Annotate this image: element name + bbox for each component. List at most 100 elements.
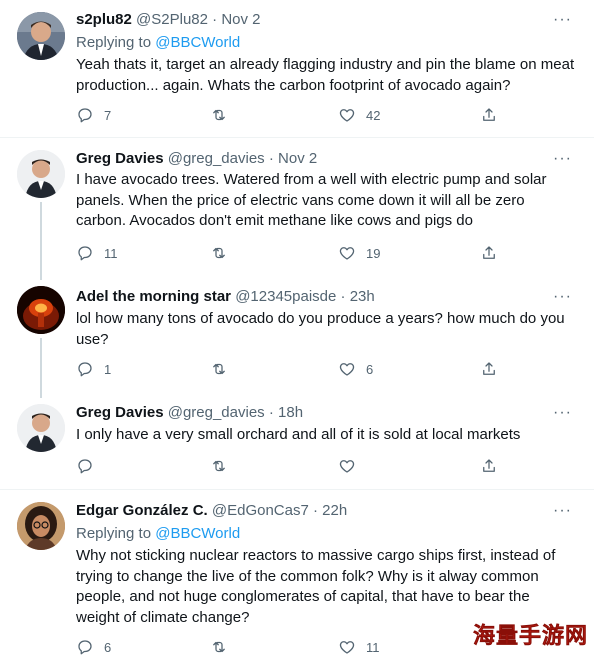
- author-handle[interactable]: @S2Plu82: [136, 11, 208, 28]
- like-button[interactable]: 42: [338, 106, 380, 124]
- more-options-icon[interactable]: ···: [553, 503, 572, 519]
- share-button[interactable]: [480, 360, 498, 378]
- tweet-header: Greg Davies @greg_davies · 18h: [76, 404, 303, 422]
- man-portrait-avatar-icon: [17, 150, 65, 198]
- reply-icon: [78, 459, 92, 474]
- retweet-icon: [213, 460, 225, 472]
- share-button[interactable]: [480, 106, 498, 124]
- retweet-button[interactable]: [210, 457, 238, 475]
- tweet-3[interactable]: Adel the morning star @12345paisde · 23h…: [0, 280, 594, 398]
- replying-to-label: Replying to: [76, 34, 156, 51]
- mention-link[interactable]: @BBCWorld: [155, 525, 240, 542]
- tweet-text: Yeah thats it, target an already flaggin…: [76, 56, 575, 94]
- tweet-header: Greg Davies @greg_davies · Nov 2: [76, 150, 317, 168]
- heart-icon: [339, 460, 355, 473]
- replying-to-label: Replying to: [76, 525, 156, 542]
- author-name[interactable]: Adel the morning star: [76, 288, 231, 305]
- tweet-text: Why not sticking nuclear reactors to mas…: [76, 547, 556, 626]
- reply-count: 1: [104, 361, 112, 377]
- avatar[interactable]: [17, 286, 65, 334]
- tweet-time[interactable]: Nov 2: [278, 150, 317, 167]
- more-options-icon[interactable]: ···: [553, 405, 572, 421]
- tweet-time[interactable]: 22h: [322, 502, 347, 519]
- share-icon: [483, 362, 495, 375]
- man-portrait-avatar-icon: [17, 404, 65, 452]
- avatar[interactable]: [17, 404, 65, 452]
- retweet-icon: [213, 247, 225, 259]
- more-options-icon[interactable]: ···: [553, 289, 572, 305]
- author-handle[interactable]: @12345paisde: [235, 288, 336, 305]
- tweet-header: Adel the morning star @12345paisde · 23h: [76, 288, 375, 306]
- retweet-icon: [213, 363, 225, 375]
- tweet-time[interactable]: 23h: [350, 288, 375, 305]
- mention-link[interactable]: @BBCWorld: [155, 34, 240, 51]
- tweet-actions: 6 11: [76, 638, 506, 656]
- retweet-button[interactable]: [210, 244, 238, 262]
- reply-count: 11: [104, 245, 118, 261]
- like-count: 6: [366, 361, 374, 377]
- author-name[interactable]: Edgar González C.: [76, 502, 208, 519]
- author-name[interactable]: Greg Davies: [76, 150, 164, 167]
- separator-dot: ·: [340, 288, 346, 305]
- reply-button[interactable]: 7: [76, 106, 111, 124]
- author-name[interactable]: Greg Davies: [76, 404, 164, 421]
- more-options-icon[interactable]: ···: [553, 151, 572, 167]
- reply-icon: [78, 362, 92, 377]
- replying-to: Replying to @BBCWorld: [76, 33, 240, 53]
- author-name[interactable]: s2plu82: [76, 11, 132, 28]
- tweet-1[interactable]: s2plu82 @S2Plu82 · Nov 2 ··· Replying to…: [0, 0, 594, 137]
- reply-button[interactable]: 6: [76, 638, 111, 656]
- site-watermark: 海量手游网: [472, 624, 588, 650]
- tweet-text: I have avocado trees. Watered from a wel…: [76, 171, 547, 229]
- avatar[interactable]: [17, 502, 65, 550]
- tweet-text: lol how many tons of avocado do you prod…: [76, 310, 565, 348]
- tweet-text: I only have a very small orchard and all…: [76, 426, 521, 443]
- tweet-time[interactable]: Nov 2: [221, 11, 260, 28]
- heart-icon: [339, 109, 355, 122]
- woman-glasses-avatar-icon: [17, 502, 65, 550]
- tweet-time[interactable]: 18h: [278, 404, 303, 421]
- reply-count: 6: [104, 639, 112, 655]
- like-count: 19: [366, 245, 381, 261]
- avatar[interactable]: [17, 12, 65, 60]
- tweet-2[interactable]: Greg Davies @greg_davies · Nov 2 ··· I h…: [0, 138, 594, 280]
- like-button[interactable]: [338, 457, 366, 475]
- retweet-button[interactable]: [210, 638, 238, 656]
- author-handle[interactable]: @EdGonCas7: [212, 502, 309, 519]
- retweet-button[interactable]: [210, 360, 238, 378]
- reply-icon: [78, 640, 92, 655]
- like-count: 11: [366, 639, 380, 655]
- heart-icon: [339, 641, 355, 654]
- like-button[interactable]: 6: [338, 360, 373, 378]
- separator-dot: ·: [313, 502, 318, 519]
- like-count: 42: [366, 107, 381, 123]
- reply-icon: [78, 246, 92, 261]
- reply-button[interactable]: 11: [76, 244, 118, 262]
- reply-icon: [78, 108, 92, 123]
- separator-dot: ·: [268, 404, 274, 421]
- man-suit-avatar-icon: [17, 12, 65, 60]
- retweet-icon: [213, 109, 225, 121]
- author-handle[interactable]: @greg_davies: [168, 404, 265, 421]
- tweet-actions: 1 6: [76, 360, 506, 382]
- like-button[interactable]: 11: [338, 638, 380, 656]
- reply-count: 7: [104, 107, 112, 123]
- share-icon: [483, 459, 495, 472]
- retweet-icon: [213, 641, 225, 653]
- tweet-header: s2plu82 @S2Plu82 · Nov 2: [76, 11, 261, 29]
- reply-button[interactable]: [76, 457, 104, 475]
- more-options-icon[interactable]: ···: [553, 12, 572, 28]
- avatar[interactable]: [17, 150, 65, 198]
- like-button[interactable]: 19: [338, 244, 380, 262]
- author-handle[interactable]: @greg_davies: [168, 150, 265, 167]
- tweet-actions: 7 42: [76, 106, 506, 128]
- replying-to: Replying to @BBCWorld: [76, 524, 240, 544]
- explosion-avatar-icon: [17, 286, 65, 334]
- reply-button[interactable]: 1: [76, 360, 111, 378]
- tweet-actions: [76, 457, 506, 479]
- tweet-4[interactable]: Greg Davies @greg_davies · 18h ··· I onl…: [0, 398, 594, 488]
- share-button[interactable]: [480, 244, 498, 262]
- retweet-button[interactable]: [210, 106, 238, 124]
- heart-icon: [339, 363, 355, 376]
- share-button[interactable]: [480, 457, 498, 475]
